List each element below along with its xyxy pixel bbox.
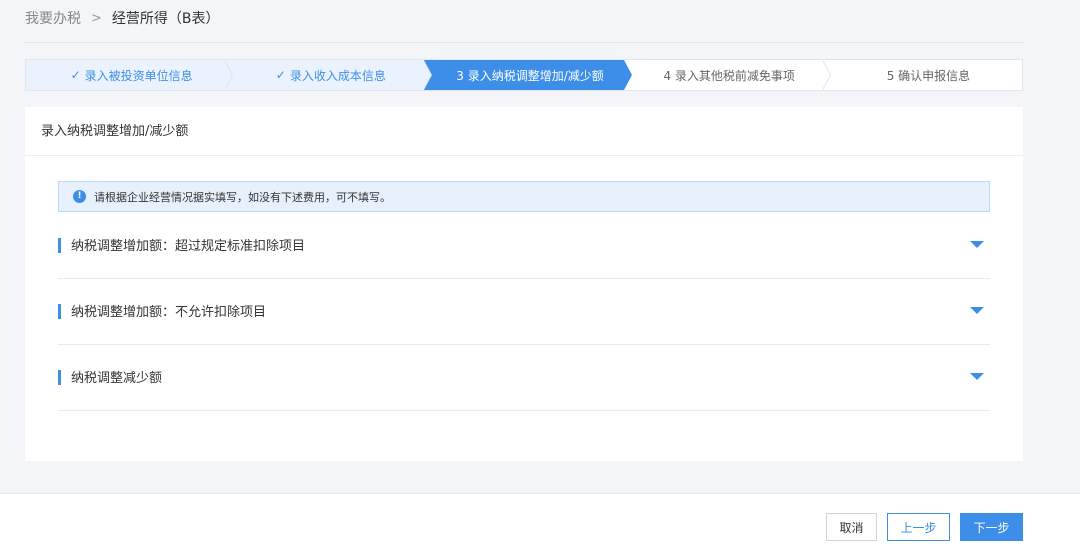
- next-step-button[interactable]: 下一步: [960, 513, 1023, 541]
- cancel-button[interactable]: 取消: [826, 513, 877, 541]
- breadcrumb-current: 经营所得（B表）: [111, 11, 220, 27]
- expand-caret-icon[interactable]: [970, 373, 984, 380]
- header-divider: [25, 42, 1023, 43]
- previous-step-button[interactable]: 上一步: [887, 513, 950, 541]
- step-3[interactable]: 3 录入纳税调整增加/减少额: [424, 60, 632, 90]
- section-marker: [58, 370, 61, 385]
- tax-adjustment-panel: 录入纳税调整增加/减少额 ! 请根据企业经营情况据实填写，如没有下述费用，可不填…: [25, 107, 1023, 461]
- breadcrumb-separator-icon: >: [91, 10, 102, 26]
- step-arrow-icon: [224, 60, 234, 90]
- step-arrow-icon: [423, 60, 433, 90]
- breadcrumb: 我要办税 > 经营所得（B表）: [25, 8, 220, 28]
- step-arrow-icon: [622, 60, 632, 90]
- notice-banner: ! 请根据企业经营情况据实填写，如没有下述费用，可不填写。: [58, 181, 990, 212]
- section-label: 纳税调整增加额：不允许扣除项目: [71, 305, 267, 320]
- step-label: 3 录入纳税调整增加/减少额: [456, 68, 604, 83]
- section-label: 纳税调整增加额：超过规定标准扣除项目: [71, 239, 306, 254]
- step-arrow-icon: [821, 60, 831, 90]
- notice-text: 请根据企业经营情况据实填写，如没有下述费用，可不填写。: [94, 190, 391, 204]
- info-icon: !: [73, 190, 86, 203]
- step-progress-bar: ✓ 录入被投资单位信息 ✓ 录入收入成本信息 3 录入纳税调整增加/减少额 4 …: [25, 59, 1023, 91]
- section-excess-deduction[interactable]: 纳税调整增加额：超过规定标准扣除项目: [58, 213, 990, 279]
- section-label: 纳税调整减少额: [71, 371, 163, 386]
- section-marker: [58, 304, 61, 319]
- step-label: 录入收入成本信息: [289, 68, 386, 83]
- step-4[interactable]: 4 录入其他税前减免事项: [624, 60, 831, 90]
- expand-caret-icon[interactable]: [970, 307, 984, 314]
- footer-actions: 取消 上一步 下一步: [0, 493, 1080, 555]
- check-icon: ✓: [70, 68, 81, 82]
- step-5[interactable]: 5 确认申报信息: [823, 60, 1022, 90]
- step-1[interactable]: ✓ 录入被投资单位信息: [26, 60, 234, 90]
- panel-title: 录入纳税调整增加/减少额: [25, 107, 1023, 156]
- step-label: 录入被投资单位信息: [84, 68, 193, 83]
- step-label: 4 录入其他税前减免事项: [663, 68, 795, 83]
- section-marker: [58, 238, 61, 253]
- section-non-deductible[interactable]: 纳税调整增加额：不允许扣除项目: [58, 279, 990, 345]
- check-icon: ✓: [275, 68, 286, 82]
- step-2[interactable]: ✓ 录入收入成本信息: [225, 60, 433, 90]
- step-label: 5 确认申报信息: [886, 68, 971, 83]
- expand-caret-icon[interactable]: [970, 241, 984, 248]
- page: 我要办税 > 经营所得（B表） ✓ 录入被投资单位信息 ✓ 录入收入成本信息 3…: [0, 0, 1080, 555]
- breadcrumb-parent-link[interactable]: 我要办税: [25, 8, 81, 28]
- section-decrease[interactable]: 纳税调整减少额: [58, 345, 990, 411]
